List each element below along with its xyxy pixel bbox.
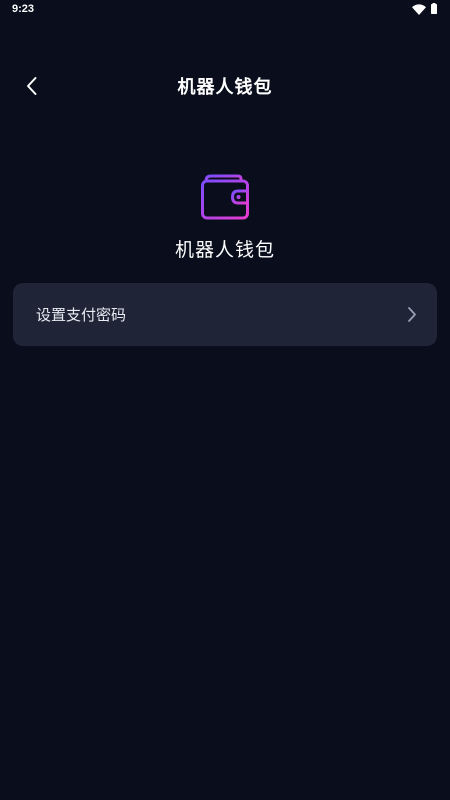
set-payment-password-item[interactable]: 设置支付密码	[13, 283, 437, 346]
wifi-icon	[412, 4, 426, 15]
wallet-icon	[201, 174, 249, 220]
chevron-right-icon	[408, 307, 416, 322]
wallet-label: 机器人钱包	[174, 239, 275, 261]
app-bar: 机器人钱包	[0, 60, 450, 110]
status-time: 9:23	[12, 3, 35, 15]
status-bar: 9:23	[0, 0, 450, 22]
set-payment-password-label: 设置支付密码	[36, 306, 127, 324]
battery-icon	[431, 3, 437, 14]
page-title: 机器人钱包	[177, 77, 273, 98]
